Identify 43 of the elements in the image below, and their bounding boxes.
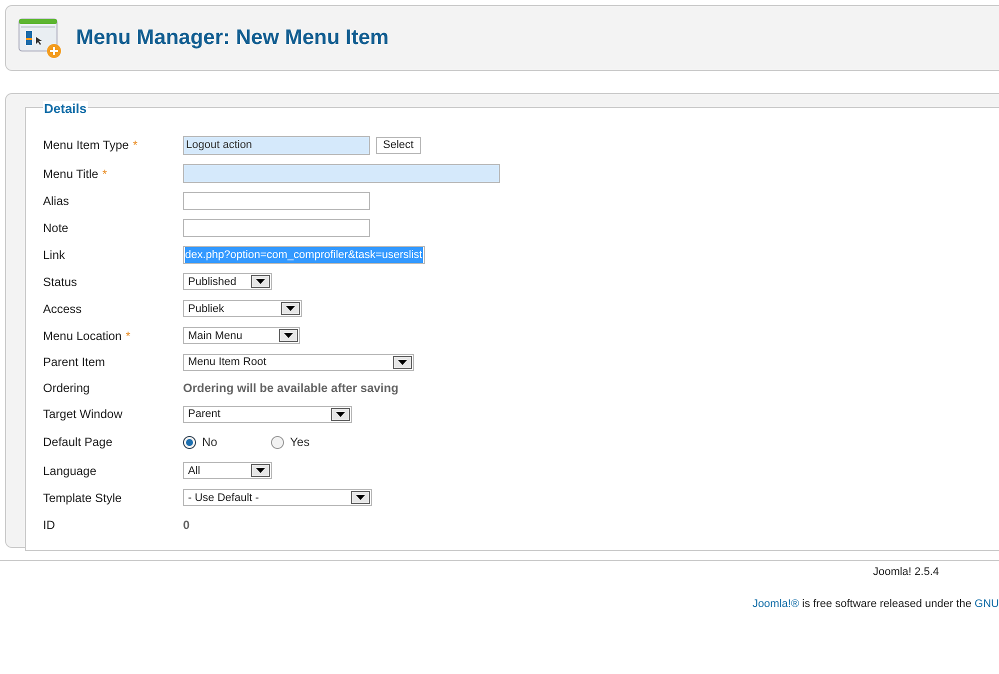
dropdown[interactable]: Publiek bbox=[183, 300, 302, 317]
input-field[interactable] bbox=[183, 164, 500, 183]
field-label: Language bbox=[43, 464, 96, 478]
field-label: Alias bbox=[43, 194, 70, 208]
dropdown[interactable]: - Use Default - bbox=[183, 489, 372, 506]
field-label: Menu Location bbox=[43, 328, 122, 342]
radio-label[interactable]: No bbox=[202, 435, 218, 449]
field-label: Default Page bbox=[43, 435, 112, 449]
footer-link[interactable]: Joomla!® bbox=[752, 598, 800, 610]
field-label: Note bbox=[43, 220, 68, 234]
field-value: 0 bbox=[183, 518, 190, 532]
input-field[interactable]: Logout action bbox=[183, 136, 370, 154]
field-label: Link bbox=[43, 248, 66, 262]
field-label: Menu Item Type bbox=[43, 138, 129, 152]
field-label: ID bbox=[43, 518, 55, 532]
input-field[interactable] bbox=[183, 218, 370, 236]
dropdown[interactable]: All bbox=[183, 462, 272, 479]
field-label: Ordering bbox=[43, 381, 90, 395]
version-text: Joomla! 2.5.4 bbox=[872, 566, 940, 578]
required-mark: * bbox=[132, 138, 138, 152]
field-label: Access bbox=[43, 302, 82, 316]
required-mark: * bbox=[102, 166, 108, 180]
dropdown[interactable]: Published bbox=[183, 273, 272, 290]
footer-link[interactable]: GNU bbox=[974, 598, 999, 610]
page-title: Menu Manager: New Menu Item bbox=[76, 26, 389, 50]
dropdown[interactable]: Parent bbox=[183, 406, 352, 422]
radio-label[interactable]: Yes bbox=[290, 435, 310, 449]
dropdown[interactable]: Menu Item Root bbox=[183, 354, 414, 370]
field-label: Parent Item bbox=[43, 355, 106, 369]
field-label: Status bbox=[43, 274, 78, 288]
field-label: Template Style bbox=[43, 490, 122, 504]
radio-button[interactable] bbox=[271, 436, 284, 448]
field-value: Ordering will be available after saving bbox=[183, 381, 398, 395]
field-label: Menu Title bbox=[43, 166, 98, 180]
menu-add-icon bbox=[18, 17, 62, 59]
required-mark: * bbox=[126, 328, 130, 342]
field-label: Target Window bbox=[43, 407, 122, 421]
input-field[interactable] bbox=[183, 192, 370, 210]
fieldset-legend: Details bbox=[43, 101, 88, 116]
radio-button[interactable] bbox=[183, 436, 196, 448]
footer-text: is free software released under the bbox=[801, 598, 972, 610]
select-button[interactable]: Select bbox=[376, 136, 421, 154]
dropdown[interactable]: Main Menu bbox=[183, 327, 300, 344]
